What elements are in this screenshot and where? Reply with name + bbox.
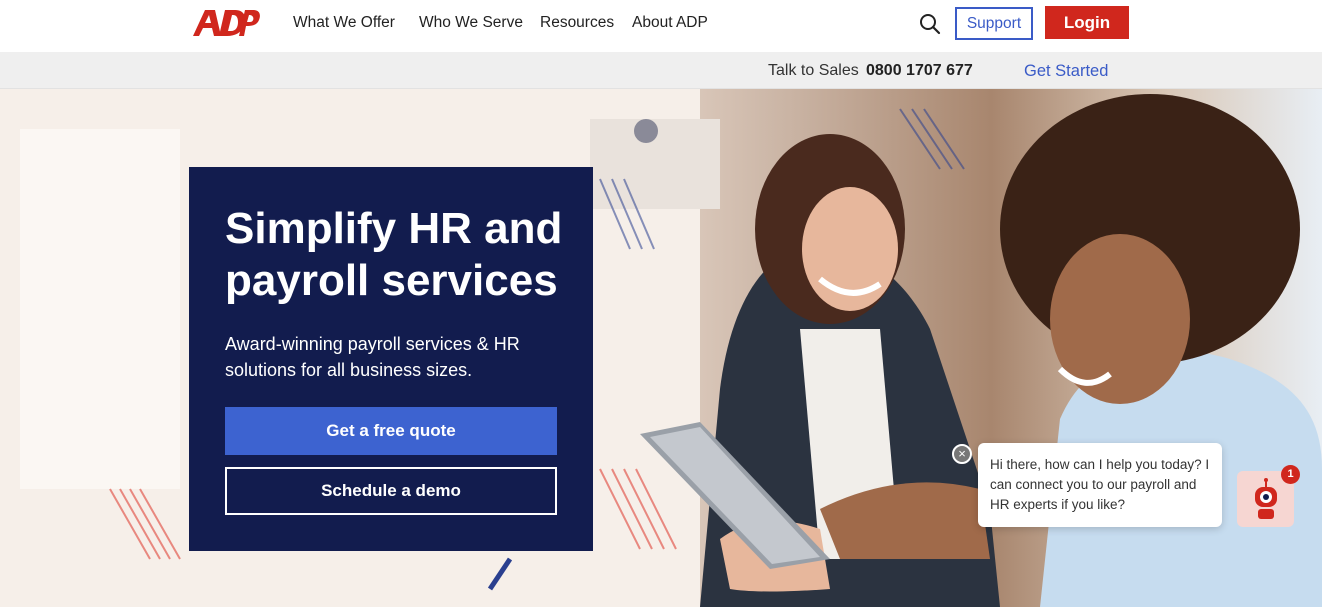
hero-section: Simplify HR and payroll services Award-w… (0, 89, 1322, 607)
nav-what-we-offer[interactable]: What We Offer (293, 14, 395, 32)
get-started-link[interactable]: Get Started (1024, 62, 1108, 81)
nav-about-adp[interactable]: About ADP (632, 14, 708, 32)
top-navigation: What We Offer Who We Serve Resources Abo… (0, 0, 1322, 52)
support-button[interactable]: Support (955, 7, 1033, 40)
hero-card: Simplify HR and payroll services Award-w… (189, 167, 593, 551)
nav-who-we-serve[interactable]: Who We Serve (419, 14, 523, 32)
sales-bar: Talk to Sales 0800 1707 677 Get Started (0, 52, 1322, 89)
adp-logo[interactable] (189, 6, 261, 40)
hero-subtitle: Award-winning payroll services & HR solu… (225, 334, 520, 380)
sales-phone-link[interactable]: 0800 1707 677 (866, 62, 973, 80)
get-free-quote-button[interactable]: Get a free quote (225, 407, 557, 455)
login-button[interactable]: Login (1045, 6, 1129, 39)
chat-message: Hi there, how can I help you today? I ca… (978, 443, 1222, 527)
hero-title: Simplify HR and payroll services (225, 204, 563, 305)
chat-notification-badge: 1 (1281, 465, 1300, 484)
schedule-demo-button[interactable]: Schedule a demo (225, 467, 557, 515)
nav-resources[interactable]: Resources (540, 14, 614, 32)
search-icon[interactable] (918, 12, 942, 36)
talk-to-sales-label: Talk to Sales (768, 62, 859, 79)
chat-close-icon[interactable]: × (952, 444, 972, 464)
